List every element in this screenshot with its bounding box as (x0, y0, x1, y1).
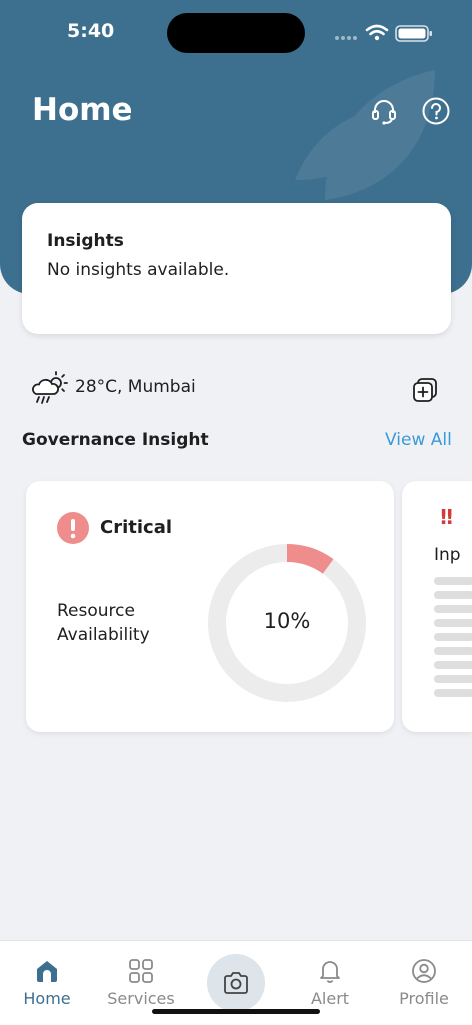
status-icons (335, 24, 432, 42)
home-icon (37, 961, 57, 982)
tab-alert-label: Alert (310, 989, 350, 1008)
signal-icon (335, 36, 357, 40)
critical-alert-icon (57, 512, 89, 544)
double-exclamation-icon: !! (439, 505, 454, 529)
skeleton-bars (434, 577, 472, 703)
help-icon[interactable] (421, 96, 451, 126)
governance-card-partial[interactable]: !! Inp (402, 481, 472, 732)
headset-icon[interactable] (369, 96, 399, 126)
home-indicator (152, 1009, 320, 1014)
view-all-link[interactable]: View All (385, 430, 452, 450)
governance-card-critical[interactable]: Critical Resource Availability 10% (26, 481, 394, 732)
leaf-watermark-icon (295, 70, 435, 200)
governance-title: Governance Insight (22, 430, 209, 450)
weather-text: 28°C, Mumbai (75, 377, 196, 397)
critical-label: Critical (100, 517, 173, 538)
tab-home-label: Home (23, 989, 71, 1008)
tab-services[interactable]: Services (94, 941, 188, 1011)
dynamic-island (167, 13, 305, 53)
tab-services-label: Services (107, 989, 175, 1008)
battery-icon (395, 25, 432, 42)
tab-home[interactable]: Home (0, 941, 94, 1011)
weather-rain-icon (32, 371, 68, 404)
camera-icon (224, 972, 248, 994)
status-time: 5:40 (67, 20, 115, 42)
add-widget-icon[interactable] (411, 376, 439, 404)
page-title: Home (32, 92, 133, 128)
bell-icon (320, 961, 340, 983)
tab-alert[interactable]: Alert (283, 941, 377, 1011)
tab-profile[interactable]: Profile (377, 941, 471, 1011)
partial-card-label: Inp (434, 545, 461, 565)
tab-profile-label: Profile (399, 989, 449, 1008)
donut-value: 10% (263, 609, 311, 633)
wifi-icon (365, 24, 389, 36)
metric-label: Resource Availability (57, 601, 150, 645)
insights-title: Insights (47, 231, 124, 251)
insights-message: No insights available. (47, 260, 230, 280)
user-circle-icon (412, 959, 436, 983)
camera-button[interactable] (207, 954, 265, 1012)
insights-card: Insights No insights available. (22, 203, 451, 334)
grid-icon (129, 959, 153, 983)
